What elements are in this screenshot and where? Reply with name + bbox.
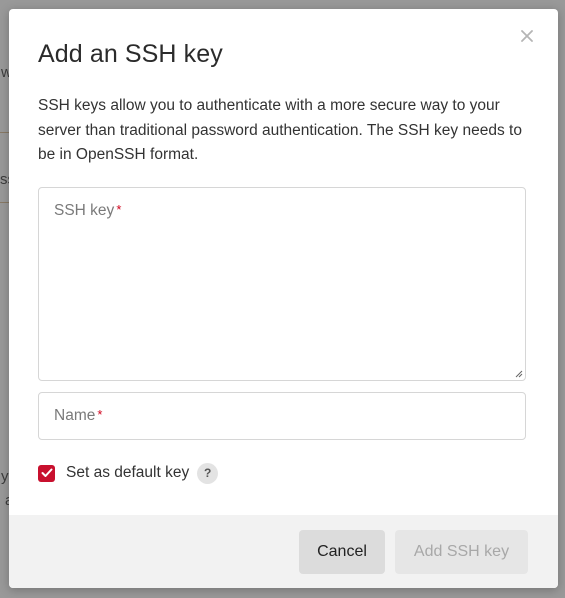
name-input[interactable]: Name * xyxy=(38,392,526,440)
add-ssh-key-button[interactable]: Add SSH key xyxy=(395,530,528,574)
default-key-checkbox[interactable] xyxy=(38,464,55,482)
required-marker: * xyxy=(97,407,103,422)
required-marker: * xyxy=(116,202,122,217)
add-ssh-key-dialog: Add an SSH key SSH keys allow you to aut… xyxy=(9,9,558,588)
resize-handle-icon[interactable] xyxy=(515,370,523,378)
name-label: Name * xyxy=(54,407,103,424)
help-icon[interactable]: ? xyxy=(197,462,219,484)
checkmark-icon xyxy=(41,468,52,477)
dialog-title: Add an SSH key xyxy=(38,40,223,68)
ssh-key-textarea[interactable]: SSH key * xyxy=(38,187,526,381)
close-icon xyxy=(521,30,533,42)
close-button[interactable] xyxy=(518,27,536,45)
default-key-option: Set as default key ? xyxy=(38,462,219,484)
cancel-button[interactable]: Cancel xyxy=(299,530,385,574)
dialog-description: SSH keys allow you to authenticate with … xyxy=(38,97,522,163)
default-key-label[interactable]: Set as default key xyxy=(66,464,189,482)
dialog-footer: Cancel Add SSH key xyxy=(9,515,558,588)
ssh-key-label: SSH key * xyxy=(54,202,122,219)
